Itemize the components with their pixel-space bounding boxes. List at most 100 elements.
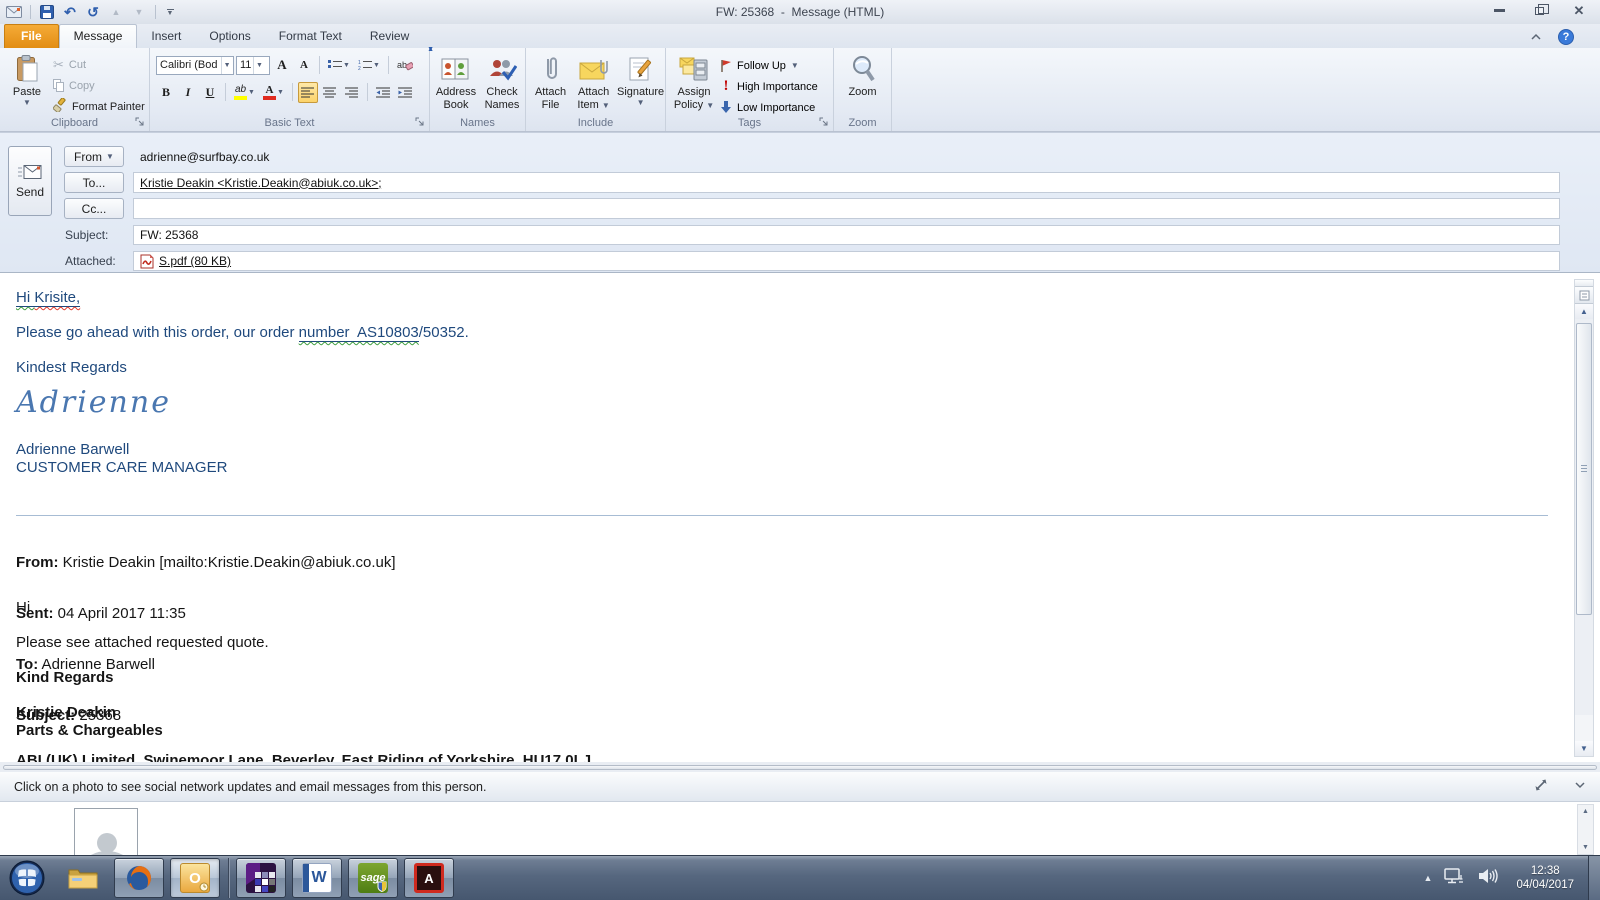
customize-qat-button[interactable]: ▼ xyxy=(163,9,177,16)
previous-item-button[interactable]: ▲ xyxy=(107,3,125,21)
italic-button[interactable]: I xyxy=(178,82,198,103)
scroll-down-button[interactable]: ▼ xyxy=(1575,741,1593,756)
people-pane-collapse-chevron[interactable] xyxy=(1574,781,1586,792)
from-button[interactable]: From▼ xyxy=(64,146,124,167)
basic-text-dialog-launcher[interactable] xyxy=(415,117,426,128)
to-field[interactable]: Kristie Deakin <Kristie.Deakin@abiuk.co.… xyxy=(133,172,1560,193)
tab-insert[interactable]: Insert xyxy=(137,25,195,48)
high-importance-button[interactable]: ! High Importance xyxy=(720,76,818,97)
cc-field[interactable] xyxy=(133,198,1560,219)
ribbon-tab-row: File Message Insert Options Format Text … xyxy=(0,24,1600,48)
taskbar-grid-app-button[interactable] xyxy=(236,858,286,898)
undo-button[interactable]: ↶ xyxy=(61,3,79,21)
paperclip-icon xyxy=(543,52,559,86)
taskbar-explorer-button[interactable] xyxy=(58,858,108,898)
tab-options[interactable]: Options xyxy=(195,25,264,48)
signature-dropdown-arrow[interactable]: ▼ xyxy=(637,99,645,107)
people-scroll-up[interactable]: ▲ xyxy=(1578,805,1593,818)
font-color-dropdown-arrow[interactable]: ▼ xyxy=(277,89,284,96)
bullets-button[interactable]: ▼ xyxy=(325,55,353,76)
font-name-combo[interactable]: Calibri (Bod ▼ xyxy=(156,56,234,75)
taskbar-word-button[interactable]: W xyxy=(292,858,342,898)
highlight-color-button[interactable]: ab ▼ xyxy=(231,82,258,103)
font-size-combo[interactable]: 11 ▼ xyxy=(236,56,270,75)
send-icon xyxy=(18,164,42,180)
taskbar-outlook-button[interactable]: O xyxy=(170,858,220,898)
message-body[interactable]: Hi Krisite, Please go ahead with this or… xyxy=(0,273,1566,762)
taskbar-sage-button[interactable]: sage xyxy=(348,858,398,898)
assign-policy-dropdown-arrow[interactable]: ▼ xyxy=(706,101,714,110)
scroll-up-button[interactable]: ▲ xyxy=(1575,304,1593,319)
people-scroll-down[interactable]: ▼ xyxy=(1578,841,1593,854)
show-hidden-icons-button[interactable]: ▲ xyxy=(1424,873,1433,883)
numbering-button[interactable]: 12 ▼ xyxy=(355,55,383,76)
align-left-button[interactable] xyxy=(298,82,318,103)
close-button[interactable]: ✕ xyxy=(1566,3,1592,18)
increase-indent-button[interactable] xyxy=(395,82,415,103)
follow-up-button[interactable]: Follow Up ▼ xyxy=(720,55,818,76)
cut-button[interactable]: ✂ Cut xyxy=(50,54,148,75)
assign-policy-icon xyxy=(679,52,709,86)
font-size-dropdown-arrow[interactable]: ▼ xyxy=(253,57,264,74)
taskbar-firefox-button[interactable] xyxy=(114,858,164,898)
tab-review[interactable]: Review xyxy=(356,25,423,48)
tab-message[interactable]: Message xyxy=(59,24,138,48)
to-button[interactable]: To... xyxy=(64,172,124,193)
split-handle[interactable] xyxy=(1575,280,1593,287)
people-pane-expand-icon[interactable] xyxy=(1534,778,1548,795)
signature-icon xyxy=(628,52,654,86)
decrease-indent-button[interactable] xyxy=(373,82,393,103)
tab-format-text[interactable]: Format Text xyxy=(265,25,356,48)
highlight-dropdown-arrow[interactable]: ▼ xyxy=(248,89,255,96)
redo-button[interactable]: ↺ xyxy=(84,3,102,21)
help-icon[interactable]: ? xyxy=(1558,29,1574,45)
to-recipient[interactable]: Kristie Deakin <Kristie.Deakin@abiuk.co.… xyxy=(140,176,382,190)
attachment-link[interactable]: S.pdf (80 KB) xyxy=(140,254,231,269)
attach-item-dropdown-arrow[interactable]: ▼ xyxy=(602,101,610,110)
bullets-dropdown-arrow[interactable]: ▼ xyxy=(343,62,350,69)
ruler-toggle-button[interactable] xyxy=(1575,287,1593,304)
taskbar-clock[interactable]: 12:38 04/04/2017 xyxy=(1510,864,1580,892)
numbering-dropdown-arrow[interactable]: ▼ xyxy=(373,62,380,69)
follow-up-dropdown-arrow[interactable]: ▼ xyxy=(791,62,799,70)
paste-dropdown-arrow[interactable]: ▼ xyxy=(23,99,31,107)
restore-button[interactable] xyxy=(1526,3,1552,18)
underline-button[interactable]: U xyxy=(200,82,220,103)
align-right-button[interactable] xyxy=(342,82,362,103)
minimize-ribbon-button[interactable] xyxy=(1530,28,1542,46)
tab-file[interactable]: File xyxy=(4,24,59,48)
tags-dialog-launcher[interactable] xyxy=(819,117,830,128)
people-pane-splitter[interactable] xyxy=(0,762,1600,772)
send-button[interactable]: Send xyxy=(8,146,52,216)
bold-button[interactable]: B xyxy=(156,82,176,103)
scrollbar-thumb[interactable] xyxy=(1576,323,1592,615)
volume-tray-icon[interactable] xyxy=(1478,868,1498,889)
start-button[interactable] xyxy=(8,859,46,897)
copy-button[interactable]: Copy xyxy=(50,75,148,96)
font-name-dropdown-arrow[interactable]: ▼ xyxy=(221,57,232,74)
explorer-folder-icon xyxy=(68,866,98,890)
format-painter-button[interactable]: Format Painter xyxy=(50,96,148,117)
clipboard-dialog-launcher[interactable] xyxy=(135,117,146,128)
people-pane-scrollbar[interactable]: ▲ ▼ xyxy=(1577,804,1594,855)
clear-formatting-button[interactable]: ab xyxy=(394,55,416,76)
flag-icon xyxy=(720,59,732,73)
font-color-button[interactable]: A ▼ xyxy=(260,82,287,103)
grow-font-button[interactable]: A▲ xyxy=(272,55,292,76)
show-desktop-button[interactable] xyxy=(1588,856,1600,900)
subject-field[interactable]: FW: 25368 xyxy=(133,225,1560,245)
zoom-group-label: Zoom xyxy=(834,117,891,129)
network-tray-icon[interactable] xyxy=(1444,867,1466,890)
scrollbar-track[interactable] xyxy=(1575,319,1593,715)
taskbar-acrobat-button[interactable]: A xyxy=(404,858,454,898)
next-item-button[interactable]: ▼ xyxy=(130,3,148,21)
svg-text:2: 2 xyxy=(358,66,361,71)
save-button[interactable] xyxy=(38,3,56,21)
align-center-button[interactable] xyxy=(320,82,340,103)
body-scrollbar[interactable]: ▲ ▼ xyxy=(1574,279,1594,757)
subject-label: Subject: xyxy=(65,228,108,242)
low-importance-button[interactable]: Low Importance xyxy=(720,97,818,118)
minimize-button[interactable] xyxy=(1486,3,1512,18)
shrink-font-button[interactable]: A▼ xyxy=(294,55,314,76)
cc-button[interactable]: Cc... xyxy=(64,198,124,219)
